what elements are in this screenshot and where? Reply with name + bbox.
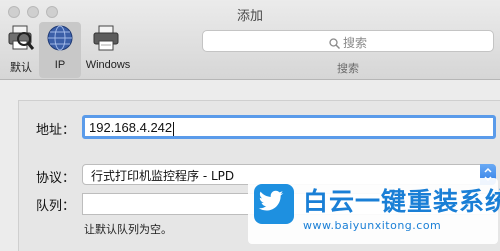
address-label: 地址： (36, 123, 76, 138)
default-printer-icon (8, 25, 35, 50)
watermark-url: www.baiyunxitong.com (303, 219, 442, 232)
windows-printer-icon (93, 25, 119, 51)
search-placeholder: 搜索 (342, 36, 367, 50)
search-icon (329, 38, 340, 49)
protocol-label: 协议： (36, 171, 76, 186)
window-toolbar: 添加 默认 IP Windows 搜索 搜索 (0, 0, 500, 80)
protocol-value: 行式打印机监控程序 - LPD (91, 169, 235, 183)
address-field[interactable]: 192.168.4.242 (82, 115, 496, 139)
watermark-brand: 白云一键重装系统 (303, 187, 500, 216)
search-input[interactable]: 搜索 (202, 30, 494, 52)
search-caption: 搜索 (337, 62, 359, 75)
queue-label: 队列： (36, 199, 76, 214)
toolbar-item-windows[interactable]: Windows (85, 22, 131, 78)
text-caret (173, 121, 175, 136)
toolbar-item-windows-label: Windows (85, 59, 131, 71)
toolbar-item-ip[interactable]: IP (39, 22, 81, 78)
watermark-logo: 白云一键重装系统 www.baiyunxitong.com (248, 178, 500, 244)
address-value: 192.168.4.242 (89, 120, 173, 135)
ip-globe-icon (47, 25, 73, 51)
queue-hint: 让默认队列为空。 (84, 223, 172, 236)
twitter-bird-icon (254, 184, 294, 224)
